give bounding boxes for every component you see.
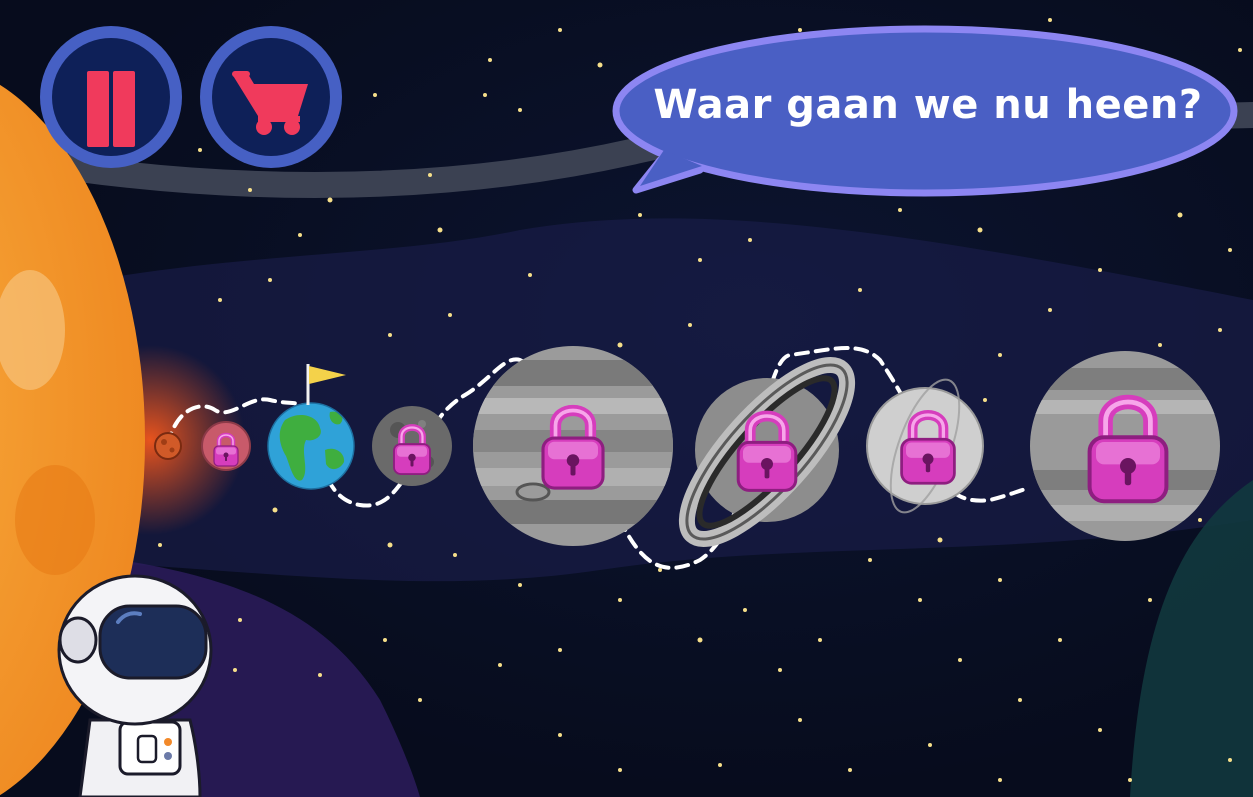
game-screen: Waar gaan we nu heen? <box>0 0 1253 797</box>
speech-bubble-text: Waar gaan we nu heen? <box>653 82 1203 128</box>
